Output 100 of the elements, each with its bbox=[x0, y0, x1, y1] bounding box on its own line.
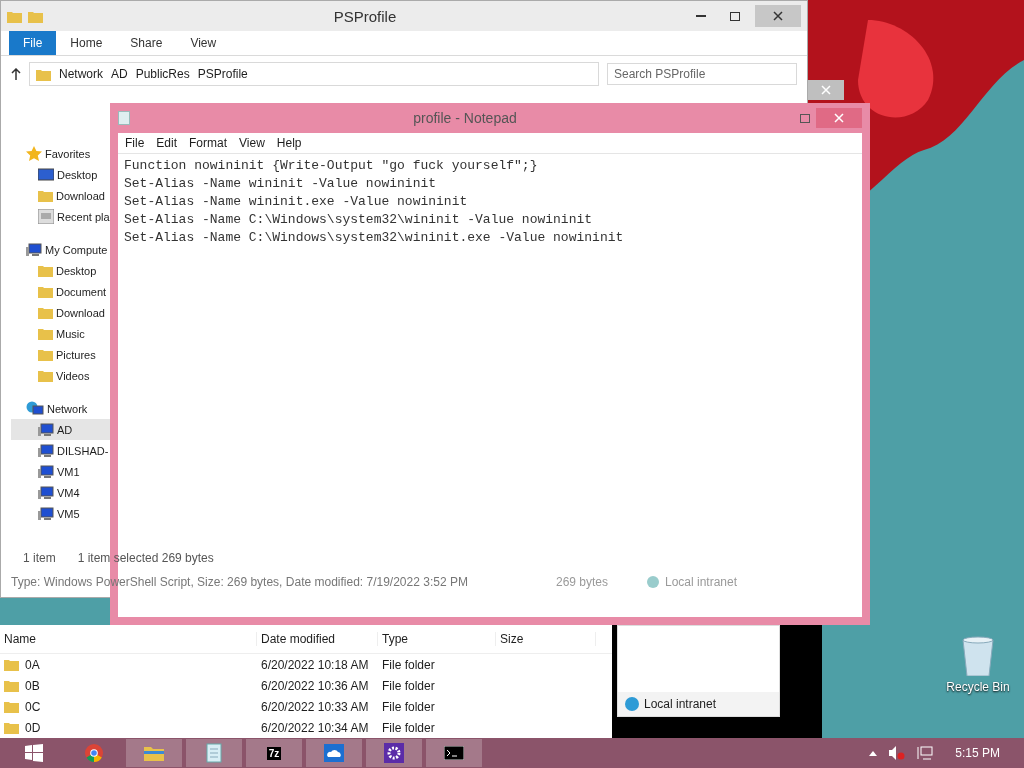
nav-header[interactable]: My Compute bbox=[11, 239, 111, 260]
computer-icon bbox=[38, 506, 54, 521]
column-header[interactable]: Date modified bbox=[257, 632, 378, 646]
close-button[interactable] bbox=[816, 108, 862, 128]
nav-label: Document bbox=[56, 285, 107, 298]
file-name[interactable]: 0D bbox=[25, 720, 41, 735]
nav-label: Download bbox=[56, 306, 105, 319]
folder-icon bbox=[38, 306, 53, 319]
gear-icon bbox=[384, 743, 404, 763]
nav-header[interactable]: Favorites bbox=[11, 143, 111, 164]
nav-item[interactable]: Download bbox=[11, 302, 111, 323]
nav-item[interactable]: Document bbox=[11, 281, 111, 302]
shortcut-label: Recycle Bin bbox=[946, 680, 1010, 694]
nav-label: Videos bbox=[56, 369, 90, 382]
breadcrumb[interactable]: PublicRes bbox=[135, 67, 190, 81]
taskbar-button[interactable] bbox=[366, 739, 422, 767]
taskbar-button[interactable] bbox=[186, 739, 242, 767]
code-line: Set-Alias -Name wininit.exe -Value nowininit bbox=[124, 193, 469, 211]
command-prompt-icon bbox=[444, 746, 464, 760]
file-name[interactable]: 0B bbox=[25, 678, 40, 693]
folder-icon bbox=[38, 189, 53, 202]
address-bar[interactable]: Network AD PublicRes PSProfile bbox=[29, 62, 599, 86]
chrome-icon bbox=[85, 744, 103, 762]
menu-item[interactable]: View bbox=[234, 136, 270, 150]
nav-item[interactable]: Videos bbox=[11, 365, 111, 386]
close-icon bbox=[834, 113, 844, 123]
taskbar-button[interactable] bbox=[306, 739, 362, 767]
window-title: profile - Notepad bbox=[412, 110, 518, 126]
nav-item[interactable]: VM4 bbox=[11, 482, 111, 503]
breadcrumb[interactable]: AD bbox=[111, 67, 128, 81]
zone-label: Local intranet bbox=[644, 697, 717, 711]
code-line: Function nowininit {Write-Output "go fuck yourself";} bbox=[124, 157, 539, 175]
ribbon-tab[interactable]: Share bbox=[116, 31, 177, 55]
folder-icon bbox=[36, 67, 51, 81]
nav-item[interactable]: Music bbox=[11, 323, 111, 344]
close-icon bbox=[821, 85, 831, 95]
table-cell-text: 6/20/2022 10:18 AM bbox=[260, 657, 370, 672]
nav-item[interactable]: Download bbox=[11, 185, 111, 206]
search-field[interactable]: Search PSProfile bbox=[607, 63, 797, 85]
nav-item[interactable]: Desktop bbox=[11, 260, 111, 281]
close-button[interactable] bbox=[808, 80, 844, 100]
seven-zip-icon: 7z bbox=[266, 746, 282, 760]
close-icon bbox=[773, 11, 783, 21]
taskbar-button[interactable] bbox=[426, 739, 482, 767]
folder-icon bbox=[4, 700, 19, 713]
nav-item[interactable]: Desktop bbox=[11, 164, 111, 185]
code-line: Set-Alias -Name wininit -Value nowininit bbox=[124, 175, 438, 193]
column-header[interactable]: Size bbox=[496, 632, 596, 646]
notepad-icon bbox=[118, 111, 130, 125]
taskbar-button[interactable]: 7z bbox=[246, 739, 302, 767]
computer-icon bbox=[38, 422, 54, 437]
table-cell-text: File folder bbox=[381, 657, 436, 672]
nav-item[interactable]: VM5 bbox=[11, 503, 111, 524]
table-cell-text: 6/20/2022 10:36 AM bbox=[260, 678, 370, 693]
up-arrow-icon bbox=[11, 68, 21, 80]
breadcrumb[interactable]: Network bbox=[59, 67, 103, 81]
computer-icon bbox=[38, 443, 54, 458]
folder-icon bbox=[4, 721, 19, 734]
column-header[interactable]: Name bbox=[0, 632, 257, 646]
caret-up-icon bbox=[869, 750, 878, 756]
breadcrumb[interactable]: PSProfile bbox=[197, 67, 248, 81]
nav-label: AD bbox=[57, 423, 73, 436]
nav-item[interactable]: DILSHAD- bbox=[11, 440, 111, 461]
nav-label: DILSHAD- bbox=[57, 444, 109, 457]
zone-label: Local intranet bbox=[665, 575, 738, 589]
column-header[interactable]: Type bbox=[378, 632, 496, 646]
nav-label: Desktop bbox=[57, 168, 98, 181]
table-cell-text: File folder bbox=[381, 720, 436, 735]
nav-item[interactable]: Pictures bbox=[11, 344, 111, 365]
nav-item[interactable]: Recent pla bbox=[11, 206, 111, 227]
muted-speaker-icon bbox=[889, 746, 906, 760]
folder-icon bbox=[28, 9, 43, 23]
ribbon-tab[interactable]: File bbox=[9, 31, 57, 55]
nav-header[interactable]: Network bbox=[11, 398, 111, 419]
nav-label: Download bbox=[56, 189, 105, 202]
file-name[interactable]: 0A bbox=[25, 657, 40, 672]
table-cell-text: 6/20/2022 10:33 AM bbox=[260, 699, 370, 714]
maximize-icon bbox=[730, 11, 740, 21]
menu-item[interactable]: Help bbox=[271, 136, 307, 150]
clock[interactable]: 5:15 PM bbox=[955, 746, 1000, 760]
maximize-icon bbox=[800, 113, 810, 123]
file-name[interactable]: 0C bbox=[25, 699, 41, 714]
menu-item[interactable]: Edit bbox=[151, 136, 183, 150]
folder-icon bbox=[7, 9, 22, 23]
minimize-icon bbox=[696, 14, 706, 18]
notepad-icon bbox=[206, 743, 222, 763]
menu-item[interactable]: File bbox=[120, 136, 150, 150]
windows-logo-icon bbox=[25, 744, 43, 762]
ribbon-tab[interactable]: View bbox=[176, 31, 231, 55]
close-button[interactable] bbox=[755, 5, 801, 27]
menu-item[interactable]: Format bbox=[184, 136, 233, 150]
nav-item[interactable]: AD bbox=[11, 419, 111, 440]
folder-icon bbox=[38, 369, 53, 382]
computer-icon bbox=[38, 485, 54, 500]
code-line: Set-Alias -Name C:\Windows\system32\wininit.exe -Value nowininit bbox=[124, 229, 625, 247]
table-cell-text: File folder bbox=[381, 678, 436, 693]
folder-icon bbox=[38, 264, 53, 277]
nav-item[interactable]: VM1 bbox=[11, 461, 111, 482]
nav-label: My Compute bbox=[45, 243, 108, 256]
ribbon-tab[interactable]: Home bbox=[56, 31, 117, 55]
